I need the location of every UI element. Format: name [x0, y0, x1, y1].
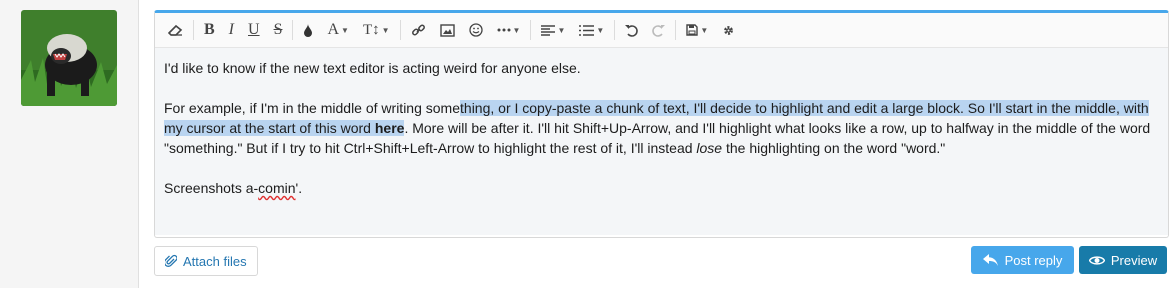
font-size-label: T↕ [362, 21, 380, 38]
editor-content[interactable]: I'd like to know if the new text editor … [155, 48, 1168, 235]
toolbar-separator [675, 20, 677, 40]
chevron-down-icon: ▼ [557, 25, 566, 35]
undo-icon[interactable] [618, 16, 645, 44]
italic-word: lose [696, 140, 723, 156]
toolbar-separator [399, 20, 401, 40]
editor-paragraph: For example, if I'm in the middle of wri… [164, 98, 1159, 158]
chevron-down-icon: ▼ [596, 25, 605, 35]
italic-button[interactable]: I [222, 16, 241, 44]
quick-reply-area: B I U S A ▼ T↕ ▼ ▼ ▼ ▼ ▼ I'd like to kno… [139, 0, 1175, 288]
chevron-down-icon: ▼ [381, 25, 390, 35]
gear-icon[interactable] [715, 16, 742, 44]
eye-icon [1088, 255, 1105, 265]
chevron-down-icon: ▼ [341, 25, 349, 35]
post-reply-button[interactable]: Post reply [971, 246, 1074, 274]
bold-word: here [374, 120, 405, 136]
preview-label: Preview [1110, 252, 1158, 268]
avatar[interactable] [21, 10, 117, 106]
text-color-button[interactable]: A ▼ [320, 16, 355, 44]
paragraph-text: the highlighting on the word "word." [722, 140, 946, 156]
font-size-button[interactable]: T↕ ▼ [356, 16, 397, 44]
more-options-button[interactable]: ▼ [490, 16, 528, 44]
rich-text-editor: B I U S A ▼ T↕ ▼ ▼ ▼ ▼ ▼ I'd like to kno… [154, 10, 1169, 238]
align-button[interactable]: ▼ [534, 16, 572, 44]
drafts-button[interactable]: ▼ [679, 16, 715, 44]
paragraph-text: Screenshots a- [164, 180, 259, 196]
chevron-down-icon: ▼ [512, 25, 521, 35]
list-button[interactable]: ▼ [572, 16, 611, 44]
image-icon[interactable] [433, 16, 462, 44]
bold-button[interactable]: B [197, 16, 222, 44]
preview-button[interactable]: Preview [1079, 246, 1167, 274]
post-reply-label: Post reply [1004, 252, 1063, 268]
toolbar-separator [614, 20, 616, 40]
editor-toolbar: B I U S A ▼ T↕ ▼ ▼ ▼ ▼ ▼ [155, 13, 1168, 48]
paragraph-text: '. [295, 180, 303, 196]
editor-paragraph: I'd like to know if the new text editor … [164, 60, 581, 76]
reply-icon [982, 253, 998, 266]
message-arrow-inner [141, 21, 152, 39]
strikethrough-button[interactable]: S [267, 16, 290, 44]
underline-button[interactable]: U [241, 16, 267, 44]
message-user-column [0, 0, 139, 288]
toolbar-separator [530, 20, 532, 40]
attach-files-label: Attach files [183, 253, 247, 269]
attach-files-button[interactable]: Attach files [154, 246, 258, 276]
chevron-down-icon: ▼ [700, 25, 709, 35]
toolbar-separator [292, 20, 294, 40]
link-icon[interactable] [404, 16, 433, 44]
eraser-icon[interactable] [161, 16, 190, 44]
text-color-label: A [327, 21, 340, 38]
redo-icon[interactable] [645, 16, 672, 44]
misspelled-word: comin [258, 180, 296, 196]
smiley-icon[interactable] [462, 16, 490, 44]
paperclip-icon [165, 254, 177, 267]
editor-paragraph: Screenshots a-comin'. [164, 178, 1159, 198]
toolbar-separator [193, 20, 194, 40]
color-drop-icon[interactable] [296, 16, 320, 44]
paragraph-text: For example, if I'm in the middle of wri… [164, 100, 461, 116]
